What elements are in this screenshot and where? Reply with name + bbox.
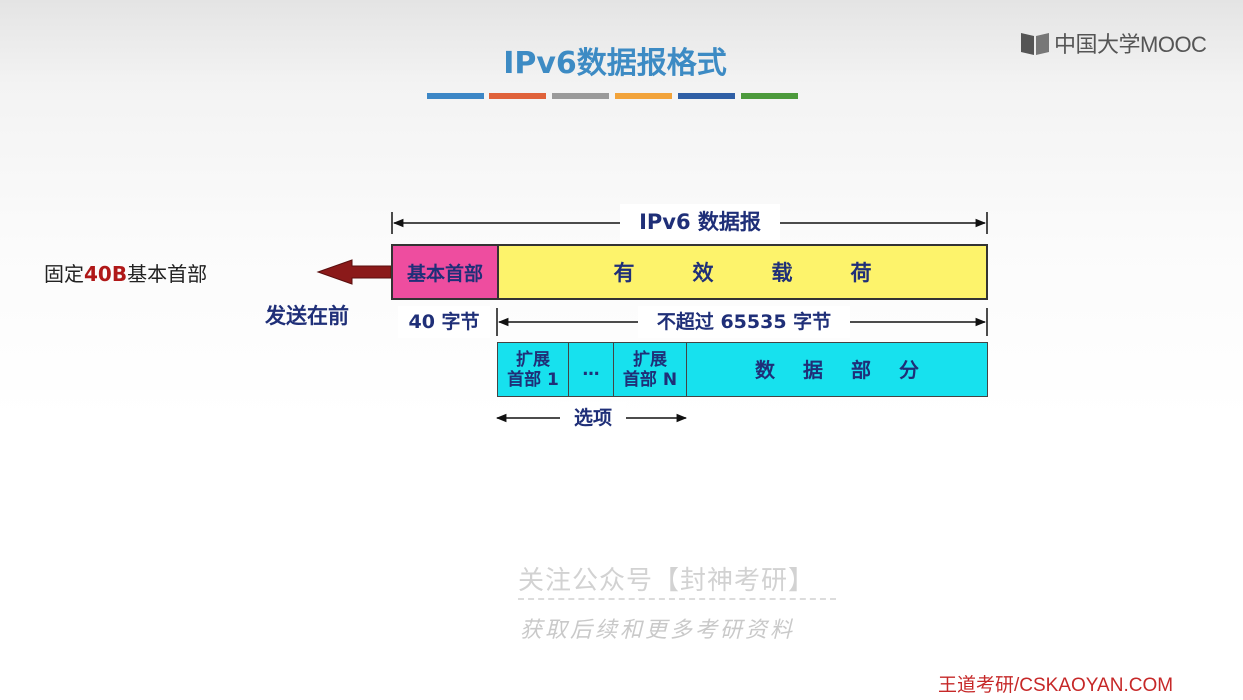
ext-header-1-box: 扩展 首部 1 — [497, 342, 569, 397]
payload-char: 有 — [613, 261, 635, 285]
send-first-arrow — [316, 259, 392, 285]
ext-header-n-line1: 扩展 — [633, 349, 667, 370]
data-part-char: 数 — [755, 357, 775, 382]
data-part-char: 据 — [803, 357, 823, 382]
payload-size-label: 不超过 65535 字节 — [638, 306, 850, 338]
options-label: 选项 — [560, 402, 626, 434]
ext-ellipsis-box: … — [568, 342, 614, 397]
ext-header-n-box: 扩展 首部 N — [613, 342, 687, 397]
footer-brand: 王道考研/CSKAOYAN.COM — [938, 675, 1174, 696]
ext-header-n-line2: 首部 N — [622, 369, 678, 390]
ipv6-datagram-label: IPv6 数据报 — [620, 204, 780, 240]
ext-header-1-line2: 首部 1 — [507, 369, 559, 390]
watermark-line-2: 获取后续和更多考研资料 — [520, 618, 796, 643]
data-part-char: 部 — [851, 357, 871, 382]
data-part-char: 分 — [899, 357, 919, 382]
watermark-line-1: 关注公众号【封神考研】 — [518, 566, 816, 596]
ext-header-1-line1: 扩展 — [516, 349, 550, 370]
payload-char: 载 — [771, 261, 793, 285]
data-part-box: 数据部分 — [686, 342, 988, 397]
base-header-box: 基本首部 — [391, 244, 499, 300]
payload-char: 效 — [692, 261, 714, 285]
payload-char: 荷 — [850, 261, 872, 285]
base-header-size-label: 40 字节 — [398, 306, 490, 338]
watermark-divider — [518, 598, 836, 600]
payload-box: 有效载荷 — [497, 244, 988, 300]
